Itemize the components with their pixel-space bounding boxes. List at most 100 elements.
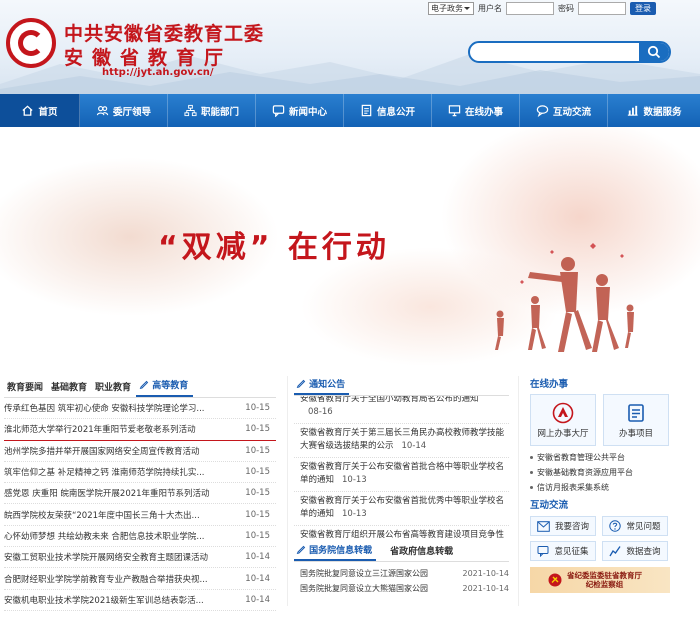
comment-icon — [537, 546, 549, 557]
home-icon — [22, 105, 34, 116]
tab-basic-education[interactable]: 基础教育 — [48, 380, 92, 397]
nav-label: 互动交流 — [552, 106, 591, 118]
data-query-button[interactable]: 数据查询 — [602, 541, 668, 561]
bubble-icon — [536, 105, 549, 117]
tab-notice[interactable]: 通知公告 — [294, 377, 350, 395]
nav-news[interactable]: 新闻中心 — [256, 94, 344, 127]
nav-info-public[interactable]: 信息公开 — [344, 94, 432, 127]
divider — [287, 376, 288, 606]
online-service-title: 在线办事 — [530, 379, 569, 390]
gov-item[interactable]: 国务院批复同意设立大熊猫国家公园 2021-10-14 — [294, 581, 509, 596]
nav-label: 数据服务 — [643, 106, 682, 118]
news-item[interactable]: 池州学院多措并举开展国家网络安全周宣传教育活动 10-15 — [4, 441, 276, 462]
notice-header: 通知公告 — [294, 376, 509, 396]
news-title: 感党恩 庆重阳 皖南医学院开展2021年重阳节系列活动 — [4, 489, 210, 500]
notice-item-title: 安徽省教育厅关于公布安徽省首批合格中等职业学校名单的通知 — [300, 462, 505, 485]
notice-item-date: 10-13 — [342, 509, 367, 519]
tab-vocational-education[interactable]: 职业教育 — [92, 380, 136, 397]
faq-button[interactable]: 常见问题 — [602, 516, 668, 536]
button-label: 数据查询 — [626, 547, 661, 557]
notice-title: 通知公告 — [309, 380, 346, 390]
nav-leaders[interactable]: 委厅领导 — [80, 94, 168, 127]
notice-scroll-list[interactable]: 安徽省教育厅关于全国小幼教育局名公布的通知 08-16 安徽省教育厅关于第三届长三… — [294, 396, 509, 538]
button-label: 网上办事大厅 — [537, 428, 589, 439]
tab-state-council[interactable]: 国务院信息转载 — [294, 543, 377, 561]
gov-item-title: 国务院批复同意设立大熊猫国家公园 — [300, 584, 428, 593]
nav-label: 信息公开 — [376, 106, 415, 118]
link-basic-edu-resource-platform[interactable]: 安徽基础教育资源应用平台 — [530, 465, 700, 480]
page: 中共安徽省委教育工委 安徽省教育厅 http://jyt.ah.gov.cn/ … — [0, 0, 700, 617]
banner-line2: 纪检监察组 — [585, 580, 624, 589]
notice-item[interactable]: 安徽省教育厅关于公布安徽省首批优秀中等职业学校名单的通知 10-13 — [294, 492, 509, 526]
consult-button[interactable]: 我要咨询 — [530, 516, 596, 536]
nav-interaction[interactable]: 互动交流 — [520, 94, 608, 127]
nav-online-service[interactable]: 在线办事 — [432, 94, 520, 127]
button-label: 我要咨询 — [554, 522, 589, 532]
notice-item-title: 安徽省教育厅关于公布安徽省首批优秀中等职业学校名单的通知 — [300, 496, 505, 519]
news-title: 合肥财经职业学院学前教育专业产教融合举措获央视... — [4, 574, 208, 585]
news-item[interactable]: 皖西学院校友荣获“2021年度中国长三角十大杰出... 10-15 — [4, 504, 276, 526]
search-button[interactable] — [639, 43, 669, 61]
gov-item-title: 国务院批复同意设立三江源国家公园 — [300, 569, 428, 578]
news-title: 淮北师范大学举行2021年重阳节爱老敬老系列活动 — [4, 425, 196, 436]
site-url[interactable]: http://jyt.ah.gov.cn/ — [102, 67, 214, 78]
nav-label: 委厅领导 — [112, 106, 151, 118]
link-edu-management-platform[interactable]: 安徽省教育管理公共平台 — [530, 450, 700, 465]
notice-item-date: 10-14 — [401, 441, 427, 451]
nav-data-service[interactable]: 数据服务 — [608, 94, 700, 127]
service-items-button[interactable]: 办事项目 — [603, 394, 669, 446]
link-petition-report-system[interactable]: 信访月报表采集系统 — [530, 480, 700, 495]
news-title: 筑牢信仰之基 补足精神之钙 淮南师范学院持续扎实... — [4, 468, 205, 479]
chart-icon — [628, 105, 639, 116]
news-date: 10-14 — [245, 552, 270, 563]
online-hall-button[interactable]: 网上办事大厅 — [530, 394, 596, 446]
site-title-line1: 中共安徽省委教育工委 — [64, 23, 265, 45]
tab-higher-education[interactable]: 高等教育 — [136, 378, 194, 397]
tab-provincial-gov[interactable]: 省政府信息转载 — [390, 544, 453, 561]
opinion-button[interactable]: 意见征集 — [530, 541, 596, 561]
news-title: 安徽机电职业技术学院2021级新生军训总结表彰活... — [4, 595, 204, 606]
notice-item[interactable]: 安徽省教育厅组织开展公布省高等教育建设项目竞争性磋商公告 — [294, 526, 509, 538]
gov-header: 国务院信息转载 省政府信息转载 — [294, 542, 509, 562]
news-item[interactable]: 安徽机电职业技术学院2021级新生军训总结表彰活... 10-14 — [4, 590, 276, 611]
login-bar: 电子政务 用户名 密码 登录 — [428, 2, 656, 15]
banner-slogan: “双减” 在行动 — [158, 230, 390, 265]
news-item[interactable]: 安徽工贸职业技术学院开展网络安全教育主题团课活动 10-14 — [4, 547, 276, 569]
tab-education-news[interactable]: 教育要闻 — [4, 380, 48, 397]
news-date: 10-15 — [245, 488, 270, 499]
pen-icon — [139, 380, 149, 389]
login-button[interactable]: 登录 — [630, 2, 656, 15]
news-item[interactable]: 传承红色基因 筑牢初心使命 安徽科技学院理论学习... 10-15 — [4, 398, 276, 420]
news-title: 安徽工贸职业技术学院开展网络安全教育主题团课活动 — [4, 553, 209, 564]
notice-item[interactable]: 安徽省教育厅关于全国小幼教育局名公布的通知 08-16 — [294, 396, 509, 424]
service-panel: 在线办事 网上办事大厅 办事项目 安徽省教育管理公共平台 安徽基础教育资源应用平… — [530, 376, 700, 593]
notice-item[interactable]: 安徽省教育厅关于第三届长三角民办高校教师教学技能大赛省级选拔结果的公示 10-14 — [294, 424, 509, 458]
nav-departments[interactable]: 职能部门 — [168, 94, 256, 127]
news-item[interactable]: 淮北师范大学举行2021年重阳节爱老敬老系列活动 10-15 — [4, 419, 276, 441]
pen-icon — [296, 379, 306, 388]
news-item[interactable]: 感党恩 庆重阳 皖南医学院开展2021年重阳节系列活动 10-15 — [4, 483, 276, 505]
nav-home[interactable]: 首页 — [0, 94, 80, 127]
username-label: 用户名 — [478, 4, 502, 13]
logo-emblem[interactable] — [6, 18, 56, 68]
news-title: 池州学院多措并举开展国家网络安全周宣传教育活动 — [4, 446, 200, 457]
news-item[interactable]: 筑牢信仰之基 补足精神之钙 淮南师范学院持续扎实... 10-15 — [4, 462, 276, 484]
banner-line1: 省纪委监委驻省教育厅 — [567, 571, 642, 580]
gov-item[interactable]: 国务院批复同意设立三江源国家公园 2021-10-14 — [294, 566, 509, 581]
search-box[interactable] — [468, 41, 671, 63]
login-type-select[interactable]: 电子政务 — [428, 2, 474, 15]
tab-label: 高等教育 — [152, 381, 189, 391]
interaction-title: 互动交流 — [530, 500, 569, 511]
news-date: 10-14 — [245, 594, 270, 605]
news-title: 传承红色基因 筑牢初心使命 安徽科技学院理论学习... — [4, 404, 205, 415]
news-item[interactable]: 心怀幼师梦想 共绘幼教未来 合肥信息技术职业学院... 10-15 — [4, 526, 276, 548]
notice-item[interactable]: 安徽省教育厅关于公布安徽省首批合格中等职业学校名单的通知 10-13 — [294, 458, 509, 492]
question-icon — [609, 520, 622, 532]
password-label: 密码 — [558, 4, 574, 13]
news-item[interactable]: 合肥财经职业学院学前教育专业产教融合举措获央视... 10-14 — [4, 568, 276, 590]
discipline-inspection-banner[interactable]: 省纪委监委驻省教育厅 纪检监察组 — [530, 567, 670, 593]
password-input[interactable] — [578, 2, 626, 15]
username-input[interactable] — [506, 2, 554, 15]
nav-label: 职能部门 — [200, 106, 239, 118]
party-emblem-icon — [548, 573, 562, 587]
